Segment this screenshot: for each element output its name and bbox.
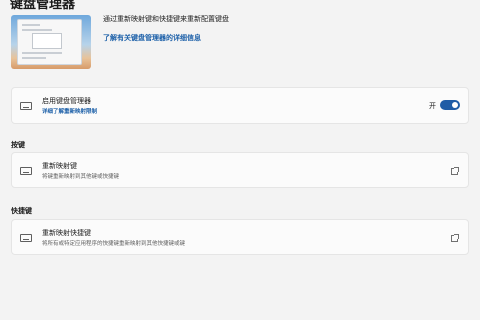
illustration-line [22,52,62,54]
illustration-box [32,33,62,49]
remap-keys-subtitle: 将键重新映射到其他键或快捷键 [42,174,120,180]
toggle-state-label: 开 [429,102,436,110]
page-title: 键盘管理器 [10,0,76,12]
toggle-knob [452,102,458,108]
shortcuts-section-header: 快捷键 [11,207,32,215]
remap-keys-card[interactable]: 重新映射键 将键重新映射到其他键或快捷键 [11,152,469,188]
enable-title: 启用键盘管理器 [42,97,91,105]
external-link-icon [451,167,459,175]
illustration-window [17,19,82,65]
remap-limits-link[interactable]: 详细了解重新映射限制 [42,107,97,115]
keys-section-header: 按键 [11,141,25,149]
keyboard-icon [20,167,32,175]
enable-toggle[interactable] [440,100,460,110]
external-link-icon [451,234,459,242]
remap-keys-title: 重新映射键 [42,162,77,170]
hero-illustration [11,15,91,69]
remap-shortcuts-card[interactable]: 重新映射快捷键 将所有或特定应用程序的快捷键重新映射到其他快捷键或键 [11,219,469,255]
learn-more-link[interactable]: 了解有关键盘管理器的详细信息 [103,33,201,43]
hero-description: 通过重新映射键和快捷键来重新配置键盘 [103,15,229,23]
illustration-line [22,24,40,26]
illustration-line [22,57,46,59]
remap-shortcuts-title: 重新映射快捷键 [42,229,91,237]
keyboard-icon [20,234,32,242]
enable-keyboard-manager-card[interactable]: 启用键盘管理器 详细了解重新映射限制 开 [11,87,469,124]
keyboard-icon [20,102,32,110]
illustration-line [22,29,52,31]
remap-shortcuts-subtitle: 将所有或特定应用程序的快捷键重新映射到其他快捷键或键 [42,241,186,247]
